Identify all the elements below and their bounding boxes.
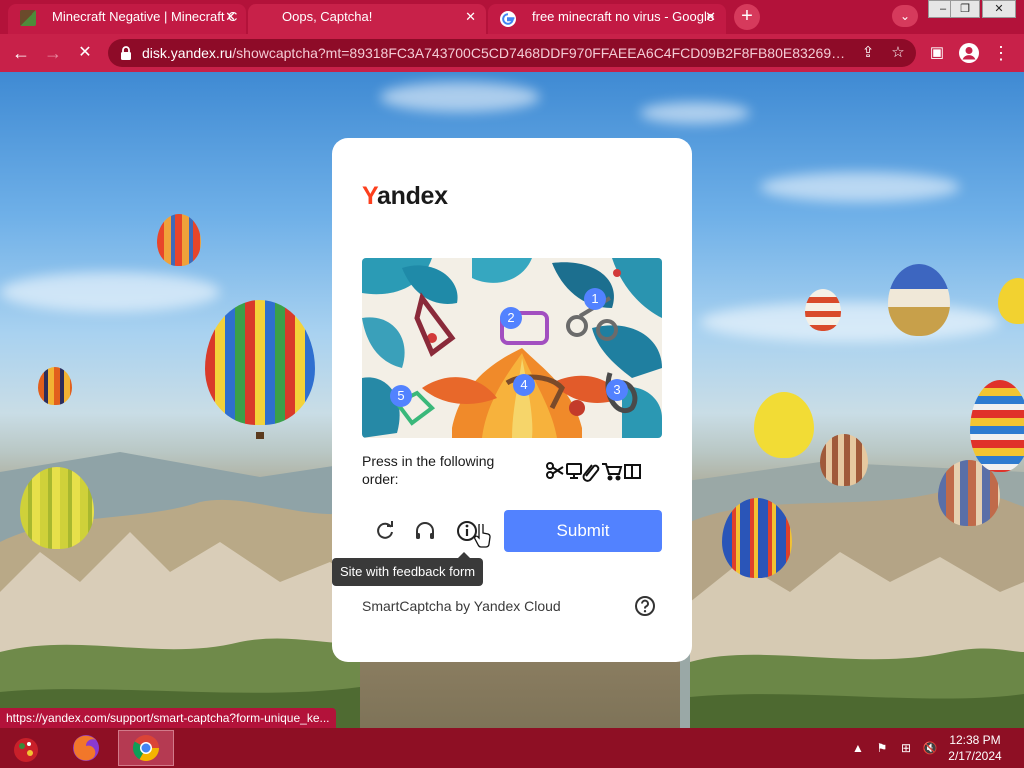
- browser-menu-icon[interactable]: ⋮: [988, 40, 1014, 66]
- captcha-challenge-image[interactable]: 1 2 3 4 5: [362, 258, 662, 438]
- captcha-marker[interactable]: 2: [500, 307, 522, 329]
- close-window-icon[interactable]: ✕: [982, 0, 1016, 18]
- system-clock[interactable]: 12:38 PM 2/17/2024: [940, 732, 1010, 764]
- lock-icon[interactable]: [118, 45, 134, 61]
- forward-arrow-icon[interactable]: →: [40, 40, 66, 66]
- url-host: disk.yandex.ru: [142, 45, 233, 61]
- clock-time: 12:38 PM: [949, 733, 1001, 747]
- captcha-card: Yandex 1 2 3 4 5 Press in the following …: [332, 138, 692, 662]
- windows-taskbar: ▲ ⚑ ⊞ 🔇 12:38 PM 2/17/2024: [0, 728, 1024, 768]
- url-text[interactable]: disk.yandex.ru/showcaptcha?mt=89318FC3A7…: [142, 39, 847, 67]
- captcha-artwork[interactable]: [362, 258, 662, 438]
- tab-google-search[interactable]: free minecraft no virus - Google ✕: [488, 4, 726, 34]
- close-tab-icon[interactable]: ✕: [225, 4, 236, 30]
- tab-minecraft-negative[interactable]: Minecraft Negative | Minecraft C ✕: [8, 4, 246, 34]
- captcha-instruction: Press in the following order:: [362, 453, 495, 487]
- side-panel-icon[interactable]: ▣: [924, 40, 950, 66]
- close-tab-icon[interactable]: ✕: [465, 4, 476, 30]
- chrome-taskbar-icon[interactable]: [118, 730, 174, 766]
- shopping-cart-icon: [602, 463, 623, 481]
- action-center-flag-icon[interactable]: ⚑: [874, 740, 890, 756]
- book-icon: [624, 464, 641, 479]
- captcha-marker[interactable]: 1: [584, 288, 606, 310]
- google-favicon-icon: [500, 10, 516, 27]
- scissors-icon: [546, 462, 564, 479]
- tab-oops-captcha[interactable]: Oops, Captcha! ✕: [248, 4, 486, 34]
- browser-tab-strip: Minecraft Negative | Minecraft C ✕ Oops,…: [0, 0, 1024, 34]
- pointer-hand-icon: [474, 522, 492, 548]
- feedback-tooltip: Site with feedback form: [332, 552, 484, 586]
- close-tab-icon[interactable]: ✕: [705, 4, 716, 30]
- share-icon[interactable]: ⇪: [856, 41, 880, 65]
- captcha-marker[interactable]: 5: [390, 385, 412, 407]
- clock-date: 2/17/2024: [948, 749, 1002, 763]
- headphones-icon[interactable]: [412, 518, 438, 544]
- profile-avatar-icon[interactable]: [956, 40, 982, 66]
- firefox-taskbar-icon[interactable]: [58, 730, 114, 766]
- captcha-marker[interactable]: 4: [513, 374, 535, 396]
- back-arrow-icon[interactable]: ←: [8, 40, 34, 66]
- show-hidden-icons-icon[interactable]: ▲: [850, 740, 866, 756]
- smartcaptcha-footer: SmartCaptcha by Yandex Cloud: [362, 598, 561, 614]
- refresh-icon[interactable]: [372, 518, 398, 544]
- monitor-icon: [566, 463, 582, 479]
- new-tab-plus-icon[interactable]: +: [734, 4, 760, 30]
- network-icon[interactable]: ⊞: [898, 740, 914, 756]
- tab-title: Minecraft Negative | Minecraft C: [52, 9, 238, 24]
- stop-loading-icon[interactable]: ✕: [72, 40, 98, 66]
- tab-title: free minecraft no virus - Google: [532, 9, 715, 24]
- address-bar[interactable]: disk.yandex.ru/showcaptcha?mt=89318FC3A7…: [108, 39, 916, 67]
- volume-muted-icon[interactable]: 🔇: [922, 740, 938, 756]
- captcha-marker[interactable]: 3: [606, 379, 628, 401]
- page-viewport: Yandex 1 2 3 4 5 Press in the following …: [0, 72, 1024, 728]
- link-status-bubble: https://yandex.com/support/smart-captcha…: [0, 708, 336, 728]
- tab-title: Oops, Captcha!: [282, 9, 373, 24]
- start-button[interactable]: [0, 730, 52, 766]
- paperclip-icon: [582, 464, 600, 482]
- restore-icon[interactable]: ❐: [950, 0, 980, 18]
- captcha-icon-sequence: [546, 458, 646, 482]
- url-path: /showcaptcha?mt=89318FC3A743700C5CD7468D…: [232, 45, 847, 61]
- yandex-logo: Yandex: [362, 182, 448, 210]
- bookmark-star-icon[interactable]: ☆: [886, 41, 910, 65]
- help-question-icon[interactable]: [634, 595, 656, 617]
- minecraft-favicon-icon: [20, 10, 36, 26]
- browser-toolbar: ← → ✕ disk.yandex.ru/showcaptcha?mt=8931…: [0, 34, 1024, 72]
- tab-search-chevron-icon[interactable]: ⌄: [892, 5, 918, 27]
- submit-button[interactable]: Submit: [504, 510, 662, 552]
